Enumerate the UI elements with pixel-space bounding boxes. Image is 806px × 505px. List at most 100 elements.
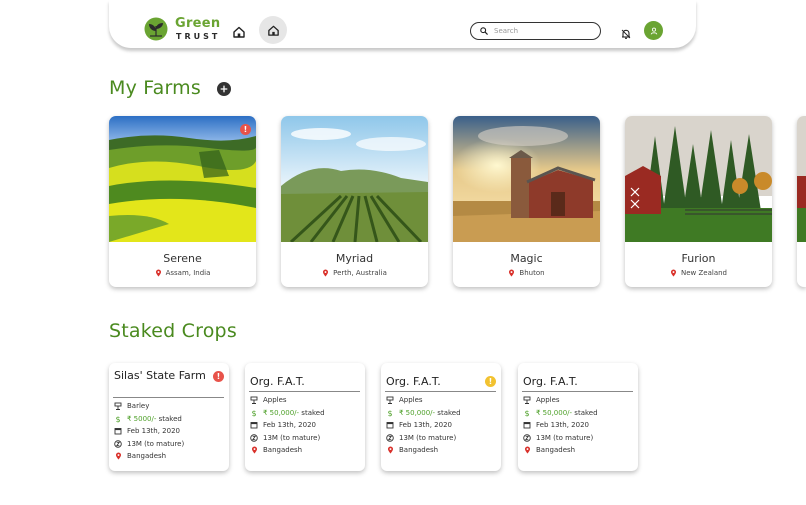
alert-badge[interactable]: !	[240, 124, 251, 135]
hourglass-icon	[114, 440, 122, 448]
stake-date: Feb 13th, 2020	[399, 421, 452, 430]
stake-row: $ ₹ 50,000/- staked	[523, 407, 598, 420]
divider	[522, 391, 633, 392]
search-input[interactable]	[494, 27, 594, 35]
farm-image	[625, 116, 772, 242]
farm-card[interactable]: Magic Bhuton	[453, 116, 600, 287]
stake-date: Feb 13th, 2020	[536, 421, 589, 430]
farm-location-text: Bhuton	[519, 269, 545, 277]
maturity: 13M (to mature)	[536, 433, 594, 442]
crop-type: Apples	[263, 396, 287, 405]
crop-card-title: Org. F.A.T.	[386, 375, 441, 388]
crop-type-row: Apples	[386, 394, 461, 407]
maturity: 13M (to mature)	[399, 433, 457, 442]
date-row: Feb 13th, 2020	[114, 425, 184, 438]
calendar-icon	[114, 427, 122, 435]
farm-image	[797, 116, 806, 242]
crop-location: Bangadesh	[263, 446, 303, 455]
crop-location: Bangadesh	[399, 446, 439, 455]
crop-card[interactable]: Silas' State Farm ! Barley $ ₹ 5000/- st…	[109, 363, 229, 471]
search-bar[interactable]	[470, 22, 601, 40]
divider	[385, 391, 496, 392]
farm-location-text: Assam, India	[165, 269, 211, 277]
calendar-icon	[523, 421, 531, 429]
location-row: Bangadesh	[386, 444, 461, 457]
location-pin-icon	[323, 269, 329, 277]
stake-amount: ₹ 5000/-	[127, 414, 157, 423]
plant-icon	[250, 396, 258, 405]
farm-card[interactable]: ! Serene Assam, India	[109, 116, 256, 287]
location-pin-icon	[670, 269, 677, 277]
alert-badge[interactable]: !	[213, 371, 224, 382]
dollar-icon: $	[523, 409, 531, 417]
location-pin-icon	[250, 446, 258, 454]
farm-location: New Zealand	[625, 269, 772, 277]
green-trust-logo-icon[interactable]	[144, 17, 168, 41]
farm-name: Furion	[681, 252, 716, 265]
maturity-row: 13M (to mature)	[386, 432, 461, 445]
calendar-icon	[386, 421, 394, 429]
plant-icon	[523, 396, 531, 405]
farm-name: Magic	[510, 252, 543, 265]
farm-card[interactable]: Myriad Perth, Australia	[281, 116, 428, 287]
date-row: Feb 13th, 2020	[386, 419, 461, 432]
crop-card[interactable]: Org. F.A.T. Apples $ ₹ 50,000/- staked F…	[518, 363, 638, 471]
stake-date: Feb 13th, 2020	[127, 427, 180, 436]
farm-location: Perth, Australia	[281, 269, 428, 277]
crop-card-title: Org. F.A.T.	[523, 375, 578, 388]
user-avatar[interactable]	[644, 21, 663, 40]
user-icon	[650, 27, 657, 34]
maturity-row: 13M (to mature)	[250, 432, 325, 445]
location-row: Bangadesh	[523, 444, 598, 457]
svg-text:$: $	[252, 409, 257, 417]
location-pin-icon	[523, 446, 531, 454]
plant-icon	[114, 402, 122, 411]
divider	[113, 397, 224, 398]
dollar-icon: $	[386, 409, 394, 417]
maturity: 13M (to mature)	[127, 439, 185, 448]
stake-suffix: staked	[437, 408, 461, 417]
stake-amount: ₹ 50,000/-	[263, 408, 300, 417]
farm-location-text: New Zealand	[681, 269, 727, 277]
my-farms-title: My Farms	[109, 77, 201, 99]
hourglass-icon	[250, 434, 258, 442]
crop-card[interactable]: Org. F.A.T. ! Apples $ ₹ 50,000/- staked…	[381, 363, 501, 471]
farm-card[interactable]: Furion New Zealand	[625, 116, 772, 287]
hourglass-icon	[523, 434, 531, 442]
brand-name-green: Green	[175, 16, 221, 31]
bell-icon[interactable]	[620, 25, 632, 39]
location-row: Bangadesh	[250, 444, 325, 457]
add-farm-button[interactable]	[217, 82, 231, 96]
dollar-icon: $	[114, 415, 122, 423]
farm-card-partial[interactable]	[797, 116, 806, 287]
dollar-icon: $	[250, 409, 258, 417]
farm-location-text: Perth, Australia	[333, 269, 387, 277]
farm-image	[109, 116, 256, 242]
stake-date: Feb 13th, 2020	[263, 421, 316, 430]
crop-card[interactable]: Org. F.A.T. Apples $ ₹ 50,000/- staked F…	[245, 363, 365, 471]
location-pin-icon	[509, 269, 515, 277]
stake-suffix: staked	[158, 414, 182, 423]
crop-details: Apples $ ₹ 50,000/- staked Feb 13th, 202…	[523, 394, 598, 457]
farm-home-nav-button[interactable]	[259, 16, 287, 44]
maturity: 13M (to mature)	[263, 433, 321, 442]
date-row: Feb 13th, 2020	[523, 419, 598, 432]
farm-name: Myriad	[335, 252, 374, 265]
crop-type-row: Apples	[523, 394, 598, 407]
crop-type: Apples	[399, 396, 423, 405]
hourglass-icon	[386, 434, 394, 442]
stake-row: $ ₹ 50,000/- staked	[386, 407, 461, 420]
home-icon[interactable]	[232, 24, 246, 38]
stake-amount: ₹ 50,000/-	[536, 408, 573, 417]
svg-text:$: $	[388, 409, 393, 417]
maturity-row: 13M (to mature)	[523, 432, 598, 445]
stake-amount: ₹ 50,000/-	[399, 408, 436, 417]
crop-card-title: Org. F.A.T.	[250, 375, 305, 388]
farm-location: Bhuton	[453, 269, 600, 277]
top-navbar: Green TRUST	[109, 0, 696, 48]
crop-type-row: Apples	[250, 394, 325, 407]
farm-image	[453, 116, 600, 242]
crop-location: Bangadesh	[127, 452, 167, 461]
crop-type-row: Barley	[114, 400, 184, 413]
alert-badge[interactable]: !	[485, 376, 496, 387]
